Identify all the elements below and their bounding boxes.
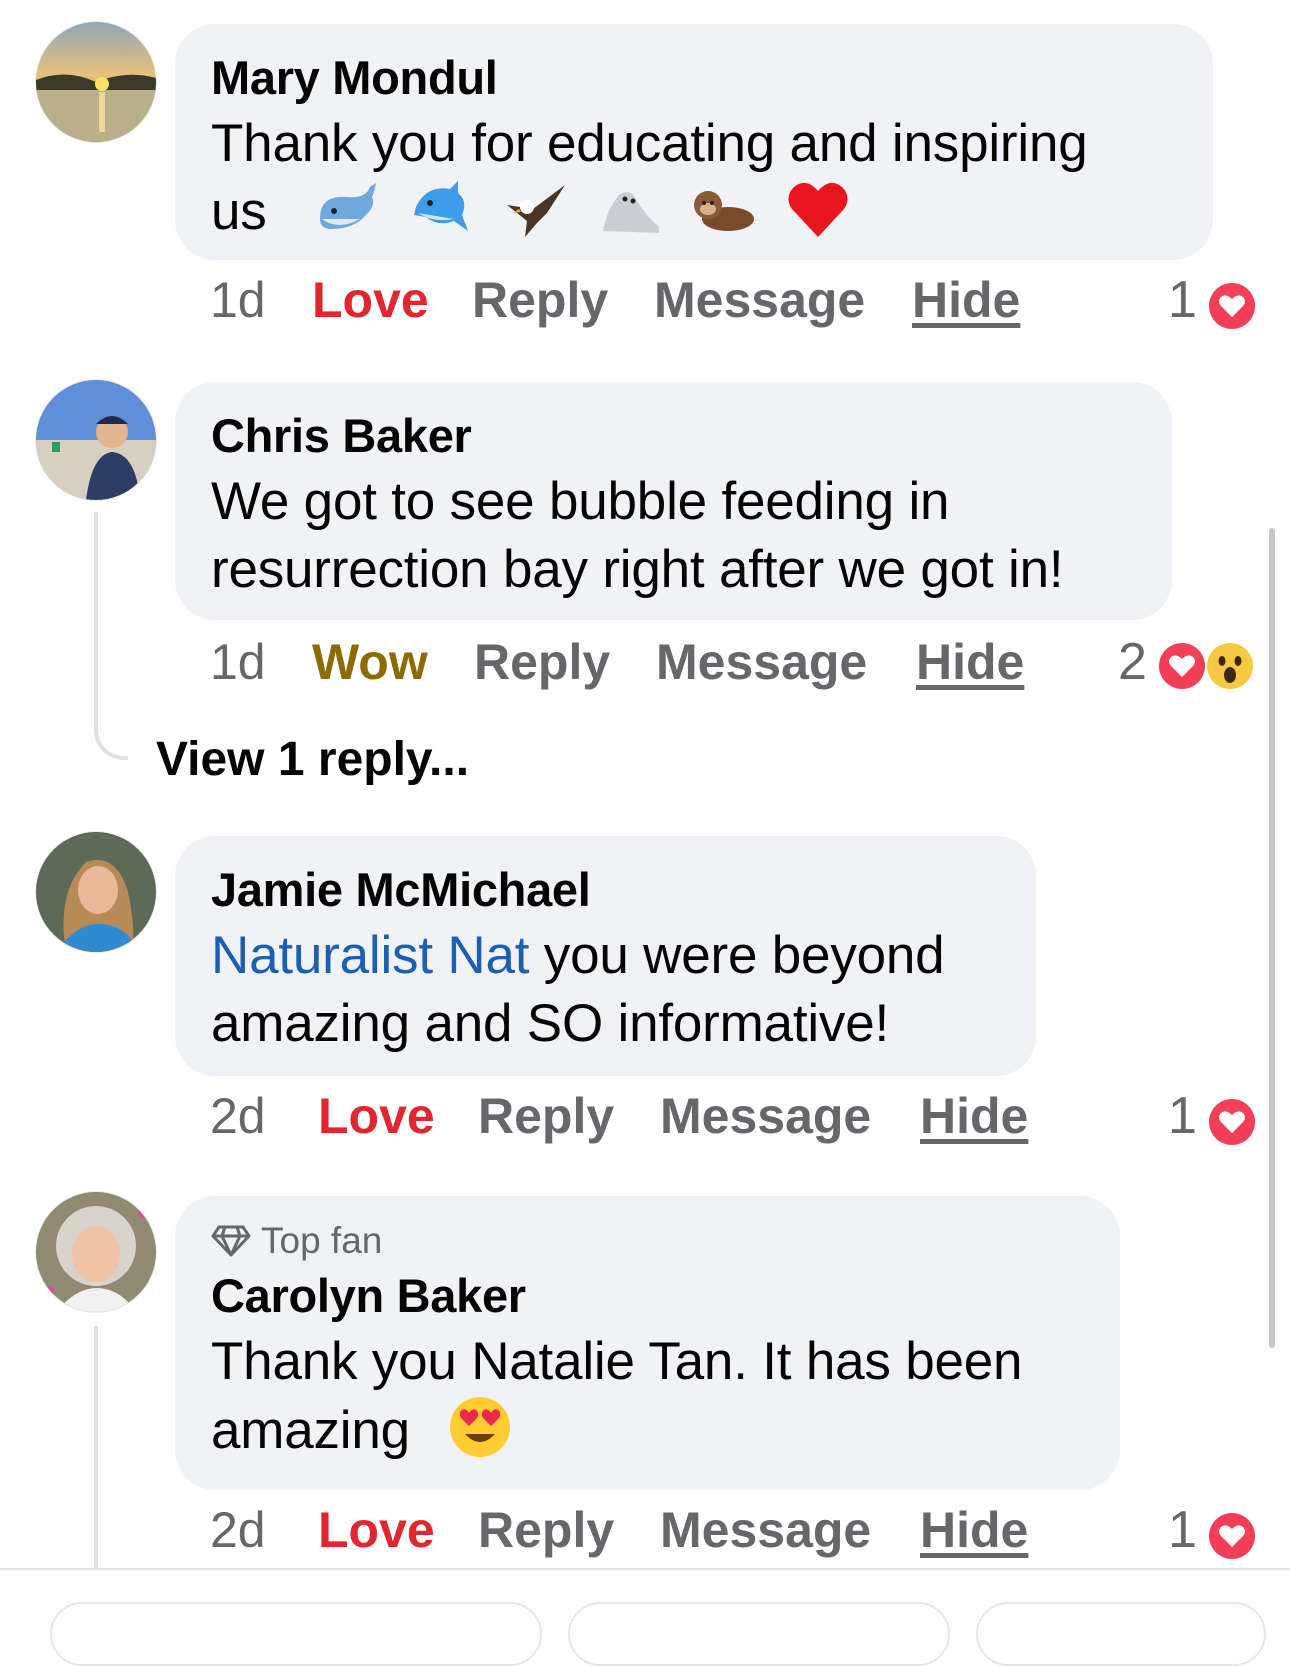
love-reaction-icon <box>1209 283 1255 329</box>
avatar-image <box>36 1192 156 1312</box>
avatar-image <box>36 22 156 142</box>
comment-time: 1d <box>210 272 266 328</box>
seal-emoji-icon <box>603 192 660 233</box>
comment-author[interactable]: Jamie McMichael <box>211 858 1000 922</box>
bottom-pill-button[interactable] <box>50 1602 542 1666</box>
comment-time: 1d <box>210 634 266 690</box>
avatar-image <box>36 832 156 952</box>
otter-emoji-icon <box>693 191 754 231</box>
diamond-icon <box>211 1225 251 1257</box>
wow-reaction-icon <box>1207 643 1253 689</box>
avatar-chris-baker[interactable] <box>36 380 156 500</box>
comment-author[interactable]: Carolyn Baker <box>211 1264 1084 1328</box>
comment-text: Thank you for educating and inspiring us <box>211 114 1088 241</box>
message-button[interactable]: Message <box>654 270 865 330</box>
bottom-bar <box>0 1568 1290 1666</box>
comment-bubble: Mary Mondul Thank you for educating and … <box>175 24 1213 260</box>
comment-time: 2d <box>210 1502 266 1558</box>
love-reaction-icon <box>1209 1513 1255 1559</box>
love-reaction-icon <box>1209 1099 1255 1145</box>
reaction-count[interactable]: 1 <box>1168 1086 1197 1146</box>
view-replies-link[interactable]: View 1 reply... <box>156 730 469 790</box>
reply-button[interactable]: Reply <box>478 1086 614 1146</box>
avatar-image <box>36 380 156 500</box>
bottom-pill-button[interactable] <box>976 1602 1266 1666</box>
avatar-jamie-mcmichael[interactable] <box>36 832 156 952</box>
heart-eyes-emoji-icon <box>450 1397 510 1457</box>
red-heart-emoji-icon <box>788 182 848 237</box>
comment-text: Naturalist Nat you were beyond amazing a… <box>211 926 945 1053</box>
scrollbar[interactable] <box>1269 528 1275 1348</box>
avatar-mary-mondul[interactable] <box>36 22 156 142</box>
love-reaction-button[interactable]: Love <box>312 270 429 330</box>
reaction-count[interactable]: 1 <box>1168 1500 1197 1560</box>
top-fan-badge[interactable]: Top fan <box>211 1218 1084 1264</box>
reply-button[interactable]: Reply <box>478 1500 614 1560</box>
comment-bubble: Jamie McMichael Naturalist Nat you were … <box>175 836 1036 1076</box>
hide-button[interactable]: Hide <box>916 632 1024 692</box>
comment-time: 2d <box>210 1088 266 1144</box>
reaction-count[interactable]: 1 <box>1168 270 1197 330</box>
love-reaction-button[interactable]: Love <box>318 1500 435 1560</box>
message-button[interactable]: Message <box>660 1500 871 1560</box>
reaction-count[interactable]: 2 <box>1118 632 1147 692</box>
love-reaction-icon <box>1159 643 1205 689</box>
reply-button[interactable]: Reply <box>472 270 608 330</box>
hide-button[interactable]: Hide <box>912 270 1020 330</box>
whale-emoji-icon <box>319 183 376 229</box>
thread-connector <box>94 712 128 760</box>
reply-button[interactable]: Reply <box>474 632 610 692</box>
message-button[interactable]: Message <box>656 632 867 692</box>
comment-text: We got to see bubble feeding in resurrec… <box>211 472 1064 599</box>
avatar-carolyn-baker[interactable] <box>36 1192 156 1312</box>
bottom-pill-button[interactable] <box>568 1602 950 1666</box>
love-reaction-button[interactable]: Love <box>318 1086 435 1146</box>
hide-button[interactable]: Hide <box>920 1086 1028 1146</box>
mention-link[interactable]: Naturalist Nat <box>211 926 529 985</box>
comment-text: Thank you Natalie Tan. It has been amazi… <box>211 1332 1023 1460</box>
comment-author[interactable]: Mary Mondul <box>211 46 1177 110</box>
thread-line <box>94 512 98 712</box>
dolphin-emoji-icon <box>414 181 469 231</box>
comment-bubble: Chris Baker We got to see bubble feeding… <box>175 382 1172 620</box>
comment-author[interactable]: Chris Baker <box>211 404 1136 468</box>
eagle-emoji-icon <box>506 185 565 237</box>
comment-bubble: Top fan Carolyn Baker Thank you Natalie … <box>175 1196 1120 1490</box>
wow-reaction-button[interactable]: Wow <box>312 632 428 692</box>
hide-button[interactable]: Hide <box>920 1500 1028 1560</box>
message-button[interactable]: Message <box>660 1086 871 1146</box>
thread-line <box>94 1326 98 1568</box>
